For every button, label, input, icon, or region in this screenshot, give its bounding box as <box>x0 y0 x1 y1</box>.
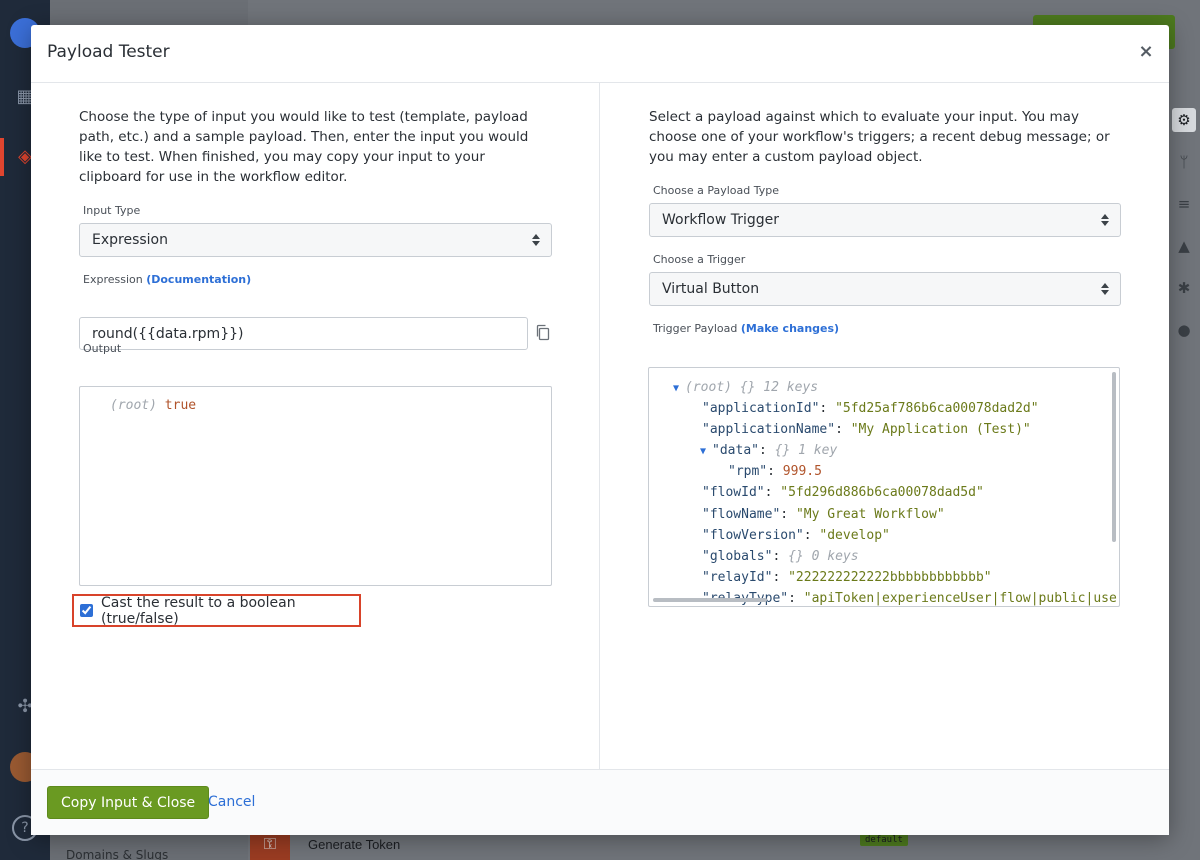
input-type-value: Expression <box>92 232 168 248</box>
json-data-row[interactable]: ▼ "data": {} 1 key <box>700 443 837 458</box>
vertical-scrollbar[interactable] <box>1112 372 1116 542</box>
payload-tester-modal: Payload Tester × Choose the type of inpu… <box>31 25 1169 835</box>
json-root-row[interactable]: ▼ (root) {} 12 keys <box>673 380 818 395</box>
payload-intro-text: Select a payload against which to evalua… <box>649 109 1110 165</box>
json-row: "rpm": 999.5 <box>728 464 822 479</box>
chart-icon[interactable]: ▲ <box>1172 234 1196 258</box>
trigger-select[interactable]: Virtual Button <box>649 272 1121 306</box>
json-row: "relayId": "222222222222bbbbbbbbbbbb" <box>702 570 992 585</box>
json-row: "applicationName": "My Application (Test… <box>702 422 1031 437</box>
documentation-link[interactable]: (Documentation) <box>146 273 251 286</box>
expression-label: Expression <box>83 273 143 286</box>
trigger-payload-label: Trigger Payload <box>653 322 738 335</box>
json-row: "flowId": "5fd296d886b6ca00078dad5d" <box>702 485 984 500</box>
expression-label-row: Expression (Documentation) <box>83 273 251 286</box>
bug-icon[interactable]: ✱ <box>1172 276 1196 300</box>
expand-triangle-icon[interactable]: ▼ <box>700 446 706 457</box>
modal-body: Choose the type of input you would like … <box>31 83 1169 769</box>
trigger-value: Virtual Button <box>662 281 760 297</box>
input-type-label: Input Type <box>83 204 141 217</box>
payload-type-label: Choose a Payload Type <box>653 184 780 197</box>
default-badge: default <box>860 834 908 846</box>
trigger-payload-label-row: Trigger Payload (Make changes) <box>653 322 839 335</box>
expand-triangle-icon[interactable]: ▼ <box>673 383 679 394</box>
trigger-payload-viewer[interactable]: ▼ (root) {} 12 keys "applicationId": "5fd… <box>648 367 1120 607</box>
trigger-label: Choose a Trigger <box>653 253 746 266</box>
cast-boolean-label: Cast the result to a boolean (true/false… <box>101 594 296 627</box>
payload-column: Select a payload against which to evalua… <box>600 83 1169 769</box>
input-type-select[interactable]: Expression <box>79 223 552 257</box>
horizontal-scrollbar[interactable] <box>653 598 767 602</box>
active-nav-indicator <box>0 138 4 176</box>
close-icon[interactable]: × <box>1137 41 1155 63</box>
database-icon[interactable]: ≡ <box>1172 192 1196 216</box>
modal-header: Payload Tester × <box>31 25 1169 83</box>
input-intro-text: Choose the type of input you would like … <box>79 109 529 185</box>
domains-nav-item[interactable]: Domains & Slugs <box>66 848 168 860</box>
payload-type-select[interactable]: Workflow Trigger <box>649 203 1121 237</box>
json-row: "flowVersion": "develop" <box>702 528 890 543</box>
generate-token-label: Generate Token <box>308 836 401 852</box>
branch-icon[interactable]: ᛘ <box>1172 150 1196 174</box>
cancel-button[interactable]: Cancel <box>208 794 255 810</box>
make-changes-link[interactable]: (Make changes) <box>741 322 839 335</box>
gear-icon[interactable]: ⚙ <box>1172 108 1196 132</box>
select-arrows-icon <box>1100 212 1110 228</box>
output-line: (root) true <box>110 398 196 413</box>
input-column: Choose the type of input you would like … <box>31 83 600 769</box>
modal-footer: Copy Input & Close Cancel <box>31 769 1169 835</box>
output-label: Output <box>83 342 122 355</box>
json-row: "globals": {} 0 keys <box>702 549 859 564</box>
json-row: "flowName": "My Great Workflow" <box>702 507 945 522</box>
select-arrows-icon <box>531 232 541 248</box>
cast-boolean-option[interactable]: Cast the result to a boolean (true/false… <box>72 594 361 627</box>
output-viewer: (root) true <box>79 386 552 586</box>
copy-clipboard-icon[interactable] <box>535 324 551 342</box>
select-arrows-icon <box>1100 281 1110 297</box>
expression-input[interactable] <box>79 317 528 350</box>
copy-input-close-button[interactable]: Copy Input & Close <box>47 786 210 819</box>
json-row: "applicationId": "5fd25af786b6ca00078dad… <box>702 401 1039 416</box>
modal-title: Payload Tester <box>47 42 170 62</box>
output-value: true <box>164 398 197 413</box>
globe-icon[interactable]: ● <box>1172 318 1196 342</box>
output-root-key: (root) <box>110 398 157 413</box>
cast-boolean-checkbox[interactable] <box>80 604 93 617</box>
payload-type-value: Workflow Trigger <box>662 212 780 228</box>
